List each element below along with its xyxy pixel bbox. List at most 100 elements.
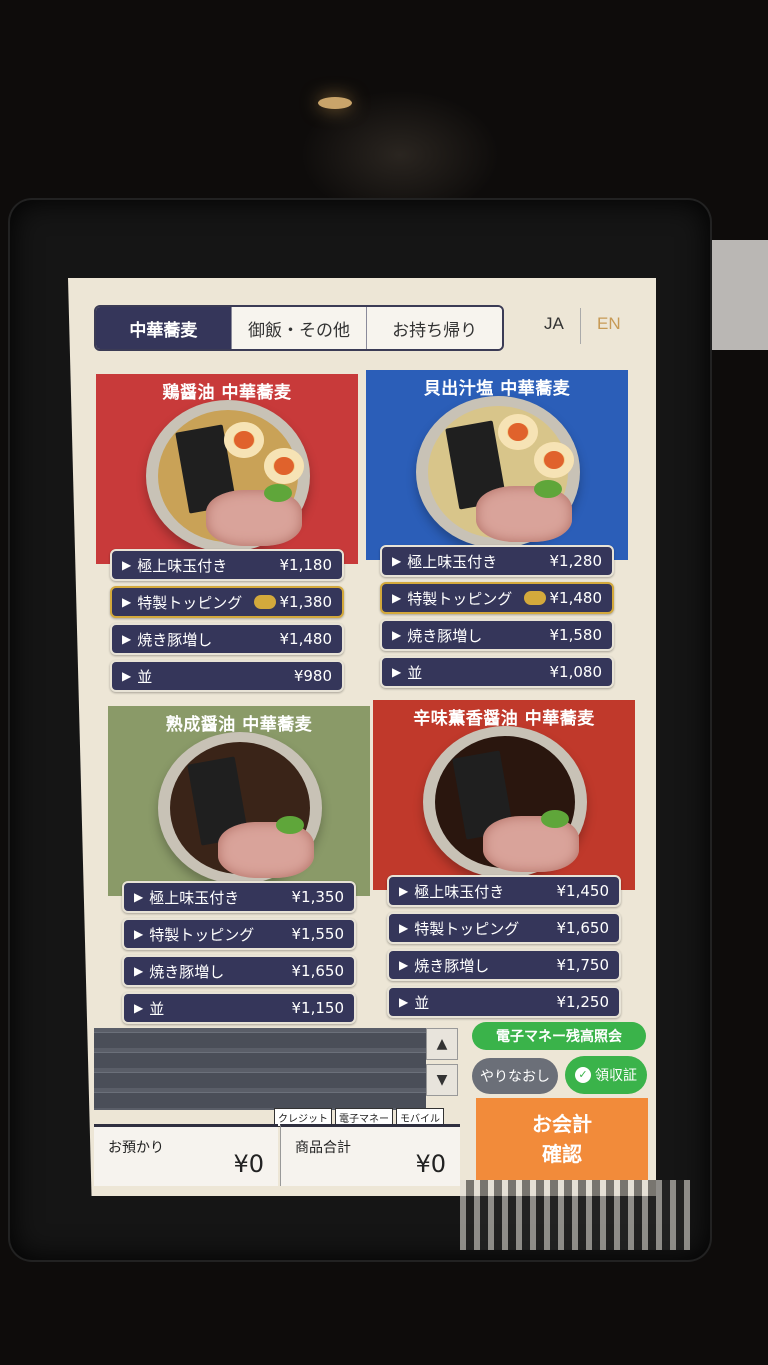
menu-card: 熟成醤油 中華蕎麦 ▶ 極上味玉付き ¥1,350 ▶ 特製トッピング ¥1,550 ▶ 焼き豚…	[108, 706, 370, 1024]
language-en-button[interactable]: EN	[597, 314, 621, 334]
menu-item-label: 並	[149, 999, 165, 1018]
checkout-label-1: お会計	[532, 1112, 592, 1136]
menu-card-header: 辛味薫香醤油 中華蕎麦	[373, 700, 635, 890]
kiosk-stand	[460, 1180, 690, 1250]
play-arrow-icon: ▶	[399, 921, 409, 935]
play-arrow-icon: ▶	[122, 632, 132, 646]
menu-item-button[interactable]: ▶ 極上味玉付き ¥1,280	[380, 545, 614, 577]
menu-item-label: 焼き豚増し	[137, 630, 213, 649]
menu-item-button[interactable]: ▶ 焼き豚増し ¥1,580	[380, 619, 614, 651]
receipt-button[interactable]: ✓ 領収証	[565, 1056, 647, 1094]
order-row	[94, 1032, 426, 1048]
menu-item-price: ¥1,350	[291, 888, 345, 906]
play-arrow-icon: ▶	[134, 890, 144, 904]
menu-item-price: ¥1,750	[556, 956, 610, 974]
green-onion-topping	[276, 816, 304, 834]
checkout-label-2: 確認	[542, 1142, 582, 1166]
menu-item-button[interactable]: ▶ 特製トッピング ¥1,480	[380, 582, 614, 614]
kiosk-screen: 中華蕎麦 御飯・その他 お持ち帰り JA EN 鶏醤油 中華蕎麦 ▶ 極上味玉付き ¥…	[68, 278, 656, 1196]
order-list[interactable]	[94, 1028, 426, 1110]
menu-item-list: ▶ 極上味玉付き ¥1,450 ▶ 特製トッピング ¥1,650 ▶ 焼き豚増し ¥1,750 ▶…	[373, 875, 635, 1018]
menu-card: 貝出汁塩 中華蕎麦 ▶ 極上味玉付き ¥1,280 ▶ 特製トッピング ¥1,480 ▶ 焼き豚…	[366, 370, 628, 688]
checkout-button[interactable]: お会計 確認	[476, 1098, 648, 1180]
play-arrow-icon: ▶	[399, 958, 409, 972]
tab-takeout[interactable]: お持ち帰り	[367, 307, 502, 349]
language-ja-button[interactable]: JA	[544, 314, 564, 334]
menu-item-label: 焼き豚増し	[149, 962, 225, 981]
total-panel: 商品合計 ¥0	[280, 1124, 460, 1186]
ceiling-lamp	[318, 97, 352, 109]
menu-item-list: ▶ 極上味玉付き ¥1,350 ▶ 特製トッピング ¥1,550 ▶ 焼き豚増し ¥1,650 ▶…	[108, 881, 370, 1024]
menu-item-button[interactable]: ▶ 特製トッピング ¥1,380	[110, 586, 344, 618]
tab-ramen[interactable]: 中華蕎麦	[96, 307, 232, 349]
special-badge-icon	[253, 595, 276, 609]
menu-item-price: ¥1,280	[549, 552, 603, 570]
menu-card-header: 熟成醤油 中華蕎麦	[108, 706, 370, 896]
menu-item-price: ¥1,080	[549, 663, 603, 681]
ramen-image	[416, 396, 580, 548]
menu-item-button[interactable]: ▶ 特製トッピング ¥1,650	[387, 912, 621, 944]
play-arrow-icon: ▶	[392, 591, 402, 605]
scroll-up-button[interactable]: ▲	[426, 1028, 458, 1060]
ramen-image	[146, 400, 310, 552]
play-arrow-icon: ▶	[392, 628, 402, 642]
menu-item-label: 極上味玉付き	[414, 882, 505, 901]
ramen-image	[423, 726, 587, 878]
play-arrow-icon: ▶	[399, 995, 409, 1009]
category-tabs: 中華蕎麦 御飯・その他 お持ち帰り	[94, 305, 504, 351]
play-arrow-icon: ▶	[134, 927, 144, 941]
emoney-balance-button[interactable]: 電子マネー残高照会	[472, 1022, 646, 1050]
green-onion-topping	[541, 810, 569, 828]
menu-item-label: 特製トッピング	[149, 925, 255, 944]
menu-card: 鶏醤油 中華蕎麦 ▶ 極上味玉付き ¥1,180 ▶ 特製トッピング ¥1,380 ▶ 焼き豚増…	[96, 374, 358, 692]
check-icon: ✓	[575, 1067, 591, 1083]
menu-item-label: 並	[407, 663, 423, 682]
tab-rice-other[interactable]: 御飯・その他	[231, 307, 368, 349]
background-wall	[708, 240, 768, 350]
play-arrow-icon: ▶	[122, 558, 132, 572]
menu-item-price: ¥1,550	[291, 925, 345, 943]
menu-item-button[interactable]: ▶ 並 ¥1,250	[387, 986, 621, 1018]
ramen-image	[158, 732, 322, 884]
menu-item-label: 並	[137, 667, 153, 686]
menu-item-label: 特製トッピング	[407, 589, 513, 608]
menu-item-label: 特製トッピング	[414, 919, 520, 938]
special-badge-icon	[523, 591, 546, 605]
triangle-down-icon: ▼	[436, 1072, 448, 1088]
menu-item-button[interactable]: ▶ 焼き豚増し ¥1,750	[387, 949, 621, 981]
menu-item-price: ¥1,380	[279, 593, 333, 611]
egg-topping	[224, 422, 264, 458]
menu-item-button[interactable]: ▶ 並 ¥980	[110, 660, 344, 692]
green-onion-topping	[264, 484, 292, 502]
menu-item-button[interactable]: ▶ 極上味玉付き ¥1,180	[110, 549, 344, 581]
menu-item-button[interactable]: ▶ 特製トッピング ¥1,550	[122, 918, 356, 950]
menu-item-price: ¥1,650	[291, 962, 345, 980]
play-arrow-icon: ▶	[122, 595, 132, 609]
menu-item-button[interactable]: ▶ 極上味玉付き ¥1,450	[387, 875, 621, 907]
menu-item-price: ¥1,580	[549, 626, 603, 644]
egg-topping	[264, 448, 304, 484]
total-label: 商品合計	[295, 1140, 351, 1156]
menu-item-label: 焼き豚増し	[407, 626, 483, 645]
deposit-panel: お預かり ¥0	[94, 1124, 278, 1186]
scroll-down-button[interactable]: ▼	[426, 1064, 458, 1096]
menu-item-price: ¥1,450	[556, 882, 610, 900]
menu-item-label: 極上味玉付き	[149, 888, 240, 907]
menu-item-label: 特製トッピング	[137, 593, 243, 612]
menu-item-button[interactable]: ▶ 焼き豚増し ¥1,480	[110, 623, 344, 655]
menu-item-button[interactable]: ▶ 焼き豚増し ¥1,650	[122, 955, 356, 987]
menu-item-button[interactable]: ▶ 並 ¥1,150	[122, 992, 356, 1024]
menu-item-button[interactable]: ▶ 並 ¥1,080	[380, 656, 614, 688]
redo-button[interactable]: やりなおし	[472, 1058, 558, 1094]
menu-item-label: 極上味玉付き	[407, 552, 498, 571]
play-arrow-icon: ▶	[399, 884, 409, 898]
language-divider	[580, 308, 581, 344]
deposit-value: ¥0	[233, 1150, 264, 1178]
menu-item-button[interactable]: ▶ 極上味玉付き ¥1,350	[122, 881, 356, 913]
egg-topping	[534, 442, 574, 478]
play-arrow-icon: ▶	[122, 669, 132, 683]
green-onion-topping	[534, 480, 562, 498]
triangle-up-icon: ▲	[436, 1036, 448, 1052]
order-row	[94, 1072, 426, 1088]
menu-item-list: ▶ 極上味玉付き ¥1,180 ▶ 特製トッピング ¥1,380 ▶ 焼き豚増し ¥1,480 ▶…	[96, 549, 358, 692]
